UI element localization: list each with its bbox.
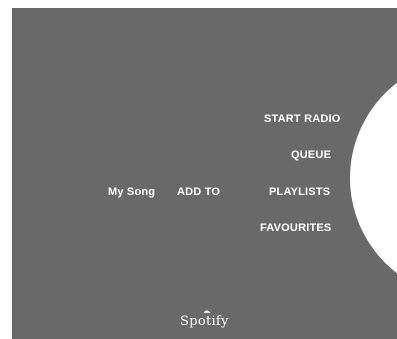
- track-title: My Song: [108, 186, 156, 198]
- spotify-logo-text: Spotify: [180, 314, 229, 329]
- player-screen: START RADIO QUEUE My Song ADD TO PLAYLIS…: [12, 8, 397, 339]
- queue-option[interactable]: QUEUE: [291, 149, 331, 162]
- playlists-option[interactable]: PLAYLISTS: [269, 186, 330, 199]
- start-radio-option[interactable]: START RADIO: [264, 113, 341, 126]
- album-disc[interactable]: [350, 58, 397, 298]
- sound-wave-icon: [203, 310, 211, 314]
- add-to-label: ADD TO: [177, 186, 221, 198]
- favourites-option[interactable]: FAVOURITES: [260, 222, 331, 235]
- spotify-logo: Spotify: [180, 310, 229, 330]
